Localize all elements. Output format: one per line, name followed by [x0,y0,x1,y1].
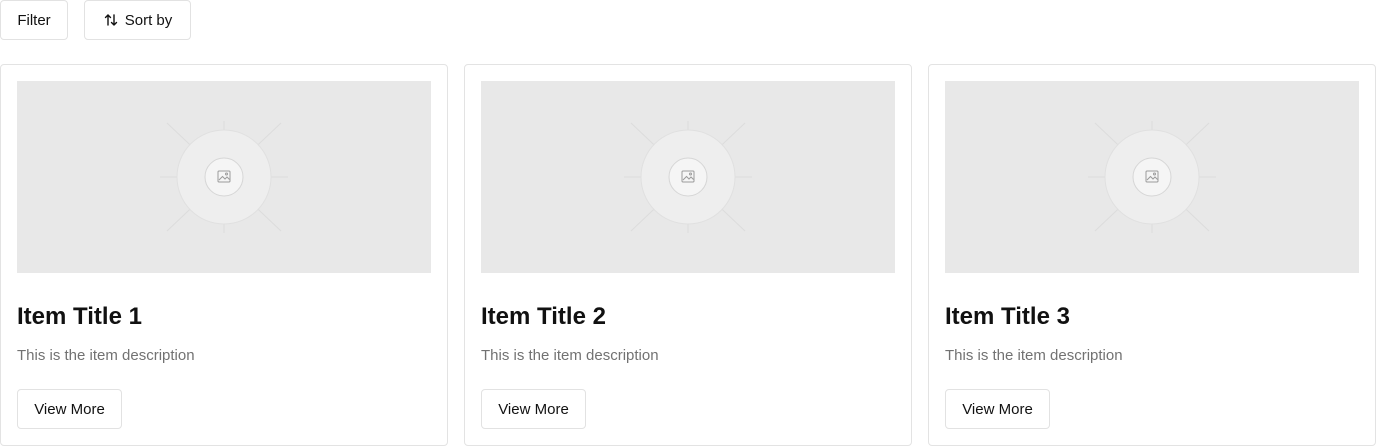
card-description: This is the item description [945,347,1123,364]
view-more-button-label: View More [34,400,105,418]
sort-by-button-label: Sort by [124,11,173,29]
image-placeholder-icon [624,121,752,233]
toolbar: Filter Sort by [0,0,191,40]
card-image-placeholder [481,81,895,273]
card-description: This is the item description [481,347,659,364]
card-title: Item Title 3 [945,303,1070,330]
view-more-button-label: View More [498,400,569,418]
image-placeholder-icon [160,121,288,233]
view-more-button[interactable]: View More [17,389,122,429]
arrow-up-down-icon [103,12,119,28]
card-image-placeholder [945,81,1359,273]
card-grid: Item Title 1 This is the item descriptio… [0,64,1376,446]
view-more-button[interactable]: View More [481,389,586,429]
view-more-button[interactable]: View More [945,389,1050,429]
view-more-button-label: View More [962,400,1033,418]
item-card: Item Title 2 This is the item descriptio… [464,64,912,446]
card-description: This is the item description [17,347,195,364]
sort-by-button[interactable]: Sort by [84,0,191,40]
image-placeholder-icon [1088,121,1216,233]
card-title: Item Title 1 [17,303,142,330]
filter-button[interactable]: Filter [0,0,68,40]
card-title: Item Title 2 [481,303,606,330]
item-card: Item Title 1 This is the item descriptio… [0,64,448,446]
card-image-placeholder [17,81,431,273]
filter-button-label: Filter [17,11,51,29]
item-card: Item Title 3 This is the item descriptio… [928,64,1376,446]
